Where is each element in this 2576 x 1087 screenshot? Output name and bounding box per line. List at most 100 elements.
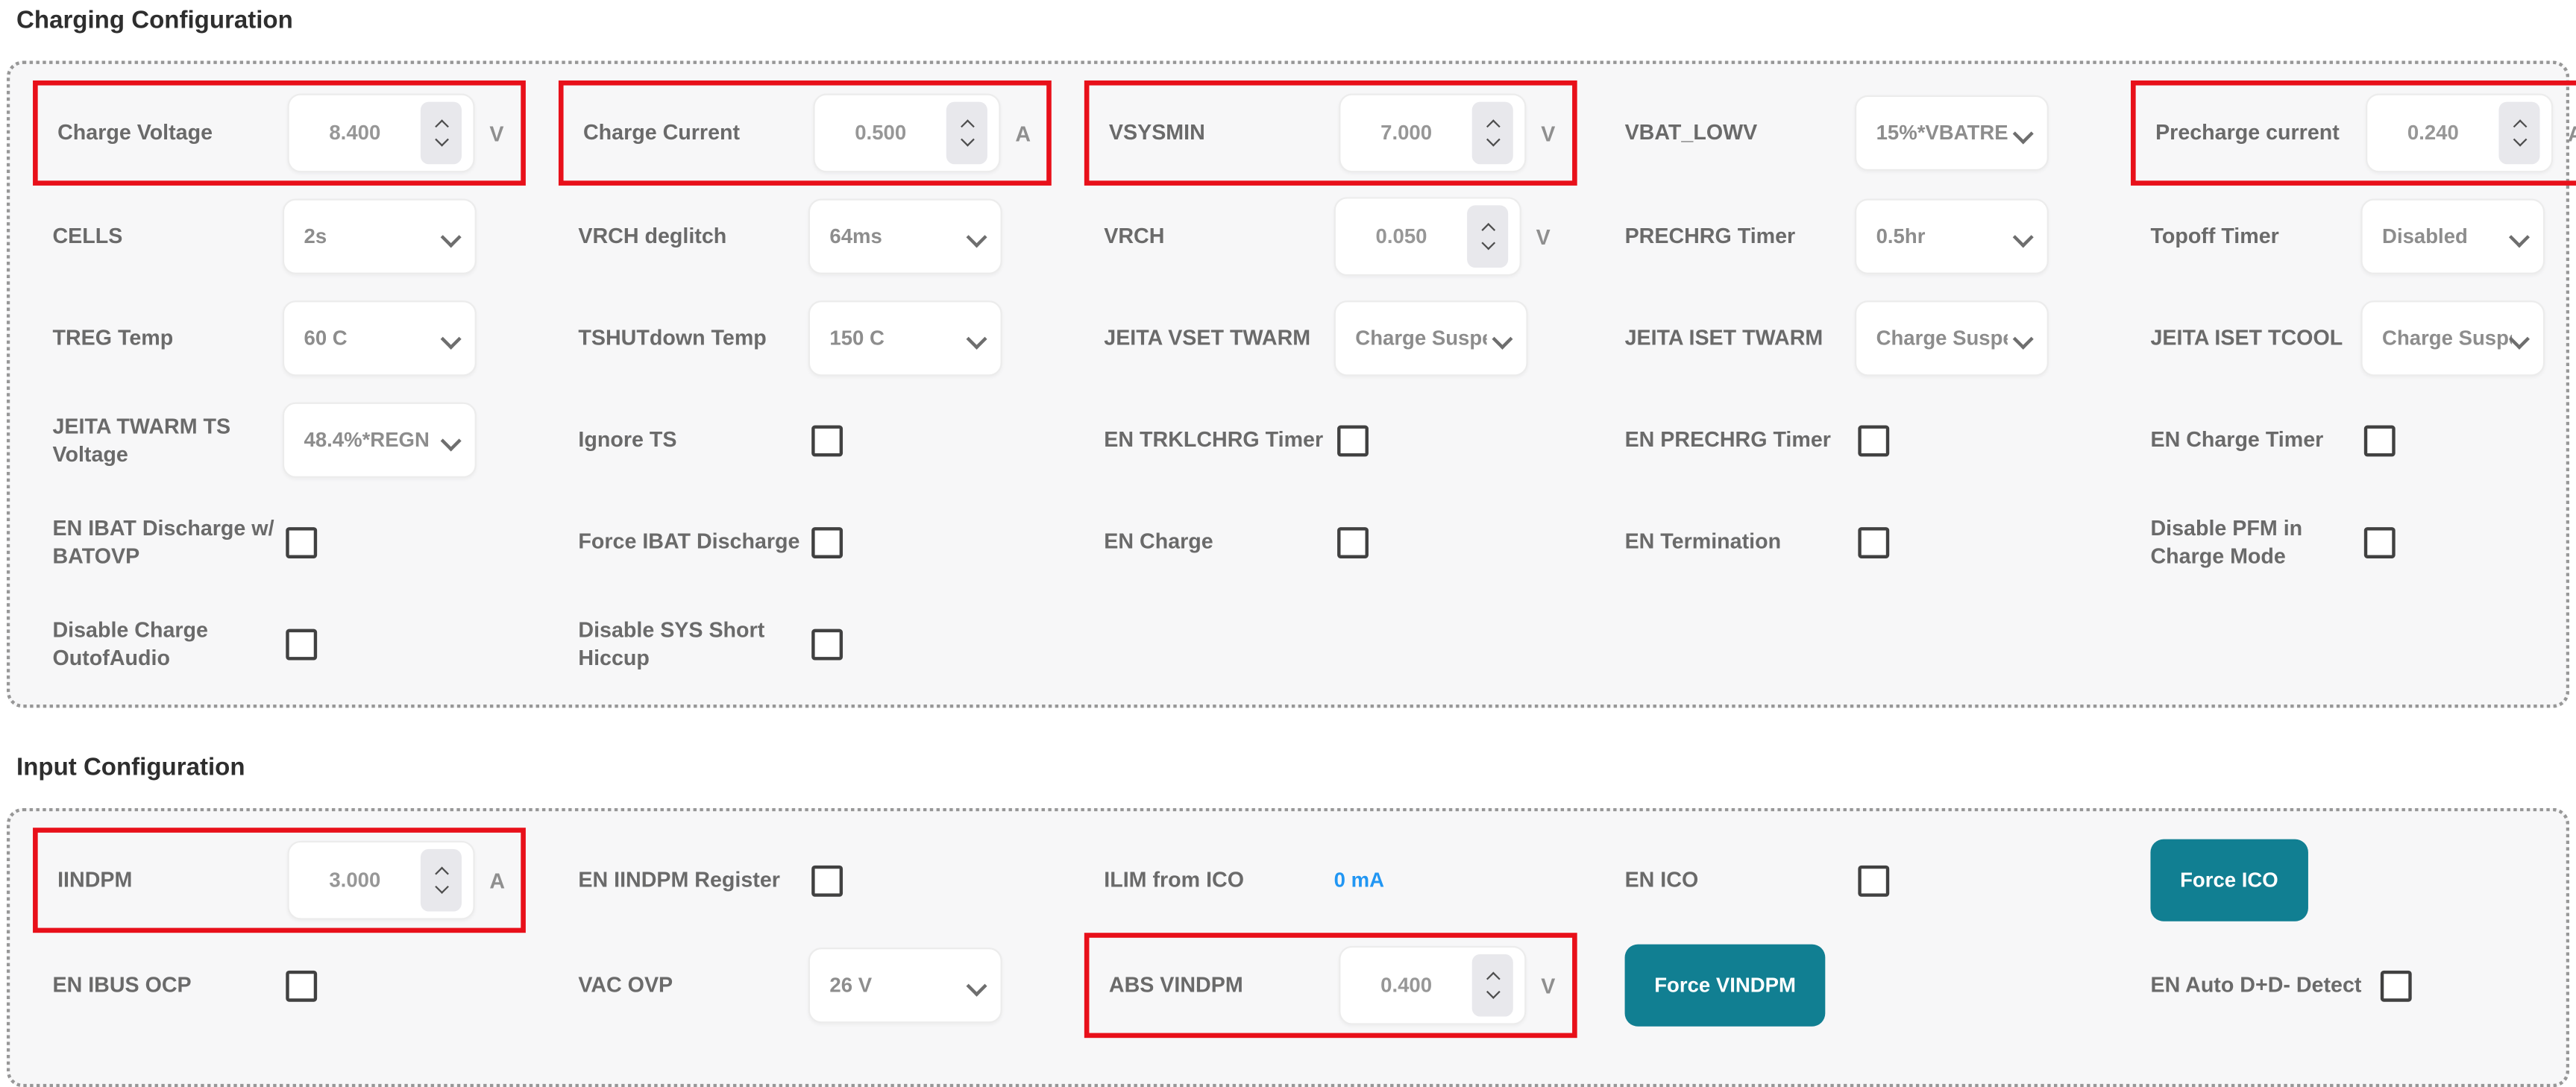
abs-vindpm-input[interactable]: 0.400 xyxy=(1339,946,1526,1025)
chevron-down-icon xyxy=(441,429,462,450)
charging-grid: Charge Voltage 8.400 V Charge Current 0.… xyxy=(10,81,2566,695)
stepper-down-icon[interactable] xyxy=(2513,133,2527,147)
treg-temp-select[interactable]: 60 C xyxy=(283,300,477,376)
jeita-twarm-ts-voltage-value: 48.4%*REGN xyxy=(304,429,430,452)
disable-pfm-charge-mode-checkbox[interactable] xyxy=(2364,526,2396,558)
jeita-vset-twarm-select[interactable]: Charge Suspend xyxy=(1334,300,1528,376)
stepper-up-icon[interactable] xyxy=(1486,119,1500,133)
jeita-vset-twarm-label: JEITA VSET TWARM xyxy=(1104,324,1333,353)
stepper-down-icon[interactable] xyxy=(434,880,448,894)
en-ibus-ocp-checkbox[interactable] xyxy=(286,970,317,1001)
vbat-lowv-value: 15%*VBATREG xyxy=(1876,122,2008,145)
field-treg-temp: TREG Temp 60 C xyxy=(10,287,535,389)
vrch-input[interactable]: 0.050 xyxy=(1334,197,1521,276)
ignore-ts-checkbox[interactable] xyxy=(811,424,843,456)
charge-current-stepper[interactable] xyxy=(946,102,987,165)
vsysmin-stepper[interactable] xyxy=(1472,102,1513,165)
stepper-up-icon[interactable] xyxy=(960,119,974,133)
abs-vindpm-stepper[interactable] xyxy=(1472,954,1513,1017)
cells-select[interactable]: 2s xyxy=(283,199,477,274)
field-vsysmin: VSYSMIN 7.000 V xyxy=(1061,81,1582,186)
en-trklchrg-timer-checkbox[interactable] xyxy=(1337,424,1369,456)
jeita-iset-tcool-select[interactable]: Charge Suspend xyxy=(2360,300,2545,376)
field-en-ibus-ocp: EN IBUS OCP xyxy=(10,933,535,1038)
en-ico-checkbox[interactable] xyxy=(1858,865,1889,896)
stepper-down-icon[interactable] xyxy=(1480,236,1495,251)
prechrg-timer-select[interactable]: 0.5hr xyxy=(1855,199,2049,274)
vsysmin-unit: V xyxy=(1541,121,1555,145)
charge-current-input[interactable]: 0.500 xyxy=(813,94,1000,173)
ilim-from-ico-label: ILIM from ICO xyxy=(1104,866,1333,895)
stepper-up-icon[interactable] xyxy=(1480,223,1495,237)
charge-voltage-input[interactable]: 8.400 xyxy=(287,94,474,173)
field-vbat-lowv: VBAT_LOWV 15%*VBATREG xyxy=(1582,81,2108,186)
field-abs-vindpm: ABS VINDPM 0.400 V xyxy=(1061,933,1582,1038)
abs-vindpm-label: ABS VINDPM xyxy=(1109,971,1339,1000)
charge-voltage-stepper[interactable] xyxy=(421,102,462,165)
field-charge-voltage: Charge Voltage 8.400 V xyxy=(10,81,535,186)
field-force-ibat-discharge: Force IBAT Discharge xyxy=(535,491,1061,593)
stepper-up-icon[interactable] xyxy=(434,867,448,881)
en-ibat-discharge-batovp-checkbox[interactable] xyxy=(286,526,317,558)
force-ico-button[interactable]: Force ICO xyxy=(2150,839,2308,921)
field-en-iindpm-register: EN IINDPM Register xyxy=(535,828,1061,933)
iindpm-stepper[interactable] xyxy=(421,849,462,912)
vrch-stepper[interactable] xyxy=(1467,205,1508,268)
charging-panel: Charge Voltage 8.400 V Charge Current 0.… xyxy=(7,61,2569,708)
vrch-deglitch-select[interactable]: 64ms xyxy=(808,199,1002,274)
iindpm-label: IINDPM xyxy=(57,866,287,895)
chevron-down-icon xyxy=(2013,122,2034,143)
topoff-timer-select[interactable]: Disabled xyxy=(2360,199,2545,274)
tshutdown-temp-select[interactable]: 150 C xyxy=(808,300,1002,376)
stepper-up-icon[interactable] xyxy=(434,119,448,133)
vsysmin-input[interactable]: 7.000 xyxy=(1339,94,1526,173)
jeita-twarm-ts-voltage-select[interactable]: 48.4%*REGN xyxy=(283,403,477,478)
en-termination-checkbox[interactable] xyxy=(1858,526,1889,558)
charge-current-highlight-box: Charge Current 0.500 A xyxy=(559,81,1052,186)
field-jeita-vset-twarm: JEITA VSET TWARM Charge Suspend xyxy=(1061,287,1582,389)
input-panel: IINDPM 3.000 A EN IINDPM Register ILIM f… xyxy=(7,808,2569,1087)
field-en-prechrg-timer: EN PRECHRG Timer xyxy=(1582,389,2108,491)
vac-ovp-value: 26 V xyxy=(829,974,872,997)
chevron-down-icon xyxy=(441,226,462,247)
stepper-up-icon[interactable] xyxy=(1486,972,1500,986)
vrch-value: 0.050 xyxy=(1336,225,1467,248)
field-en-charge: EN Charge xyxy=(1061,491,1582,593)
abs-vindpm-value: 0.400 xyxy=(1340,974,1471,997)
tshutdown-temp-value: 150 C xyxy=(829,327,884,350)
vrch-deglitch-label: VRCH deglitch xyxy=(578,222,808,251)
stepper-down-icon[interactable] xyxy=(960,133,974,147)
iindpm-input[interactable]: 3.000 xyxy=(287,841,474,920)
vac-ovp-select[interactable]: 26 V xyxy=(808,948,1002,1023)
force-vindpm-button[interactable]: Force VINDPM xyxy=(1625,945,1826,1027)
field-force-vindpm: Force VINDPM xyxy=(1582,933,2108,1038)
en-charge-label: EN Charge xyxy=(1104,528,1333,556)
field-disable-sys-short-hiccup: Disable SYS Short Hiccup xyxy=(535,593,1061,695)
cells-value: 2s xyxy=(304,225,327,248)
en-charge-checkbox[interactable] xyxy=(1337,526,1369,558)
precharge-current-label: Precharge current xyxy=(2155,119,2366,148)
stepper-up-icon[interactable] xyxy=(2513,119,2527,133)
en-prechrg-timer-label: EN PRECHRG Timer xyxy=(1625,426,1855,454)
field-ilim-from-ico: ILIM from ICO 0 mA xyxy=(1061,828,1582,933)
force-ibat-discharge-checkbox[interactable] xyxy=(811,526,843,558)
disable-charge-outofaudio-checkbox[interactable] xyxy=(286,628,317,660)
stepper-down-icon[interactable] xyxy=(1486,985,1500,999)
en-auto-dpdm-detect-label: EN Auto D+D- Detect xyxy=(2150,971,2360,1000)
disable-sys-short-hiccup-checkbox[interactable] xyxy=(811,628,843,660)
charge-current-unit: A xyxy=(1015,121,1031,145)
precharge-current-input[interactable]: 0.240 xyxy=(2366,94,2553,173)
en-auto-dpdm-detect-checkbox[interactable] xyxy=(2381,970,2412,1001)
stepper-down-icon[interactable] xyxy=(1486,133,1500,147)
stepper-down-icon[interactable] xyxy=(434,133,448,147)
charger-config-page: Charging Configuration Charge Voltage 8.… xyxy=(0,0,2576,1031)
en-iindpm-register-checkbox[interactable] xyxy=(811,865,843,896)
field-en-auto-dpdm-detect: EN Auto D+D- Detect xyxy=(2108,933,2566,1038)
charge-voltage-highlight-box: Charge Voltage 8.400 V xyxy=(33,81,525,186)
en-prechrg-timer-checkbox[interactable] xyxy=(1858,424,1889,456)
precharge-current-stepper[interactable] xyxy=(2498,102,2539,165)
vbat-lowv-select[interactable]: 15%*VBATREG xyxy=(1855,95,2049,171)
jeita-iset-twarm-select[interactable]: Charge Suspend xyxy=(1855,300,2049,376)
en-ibat-discharge-batovp-label: EN IBAT Discharge w/ BATOVP xyxy=(52,514,282,570)
en-charge-timer-checkbox[interactable] xyxy=(2364,424,2396,456)
